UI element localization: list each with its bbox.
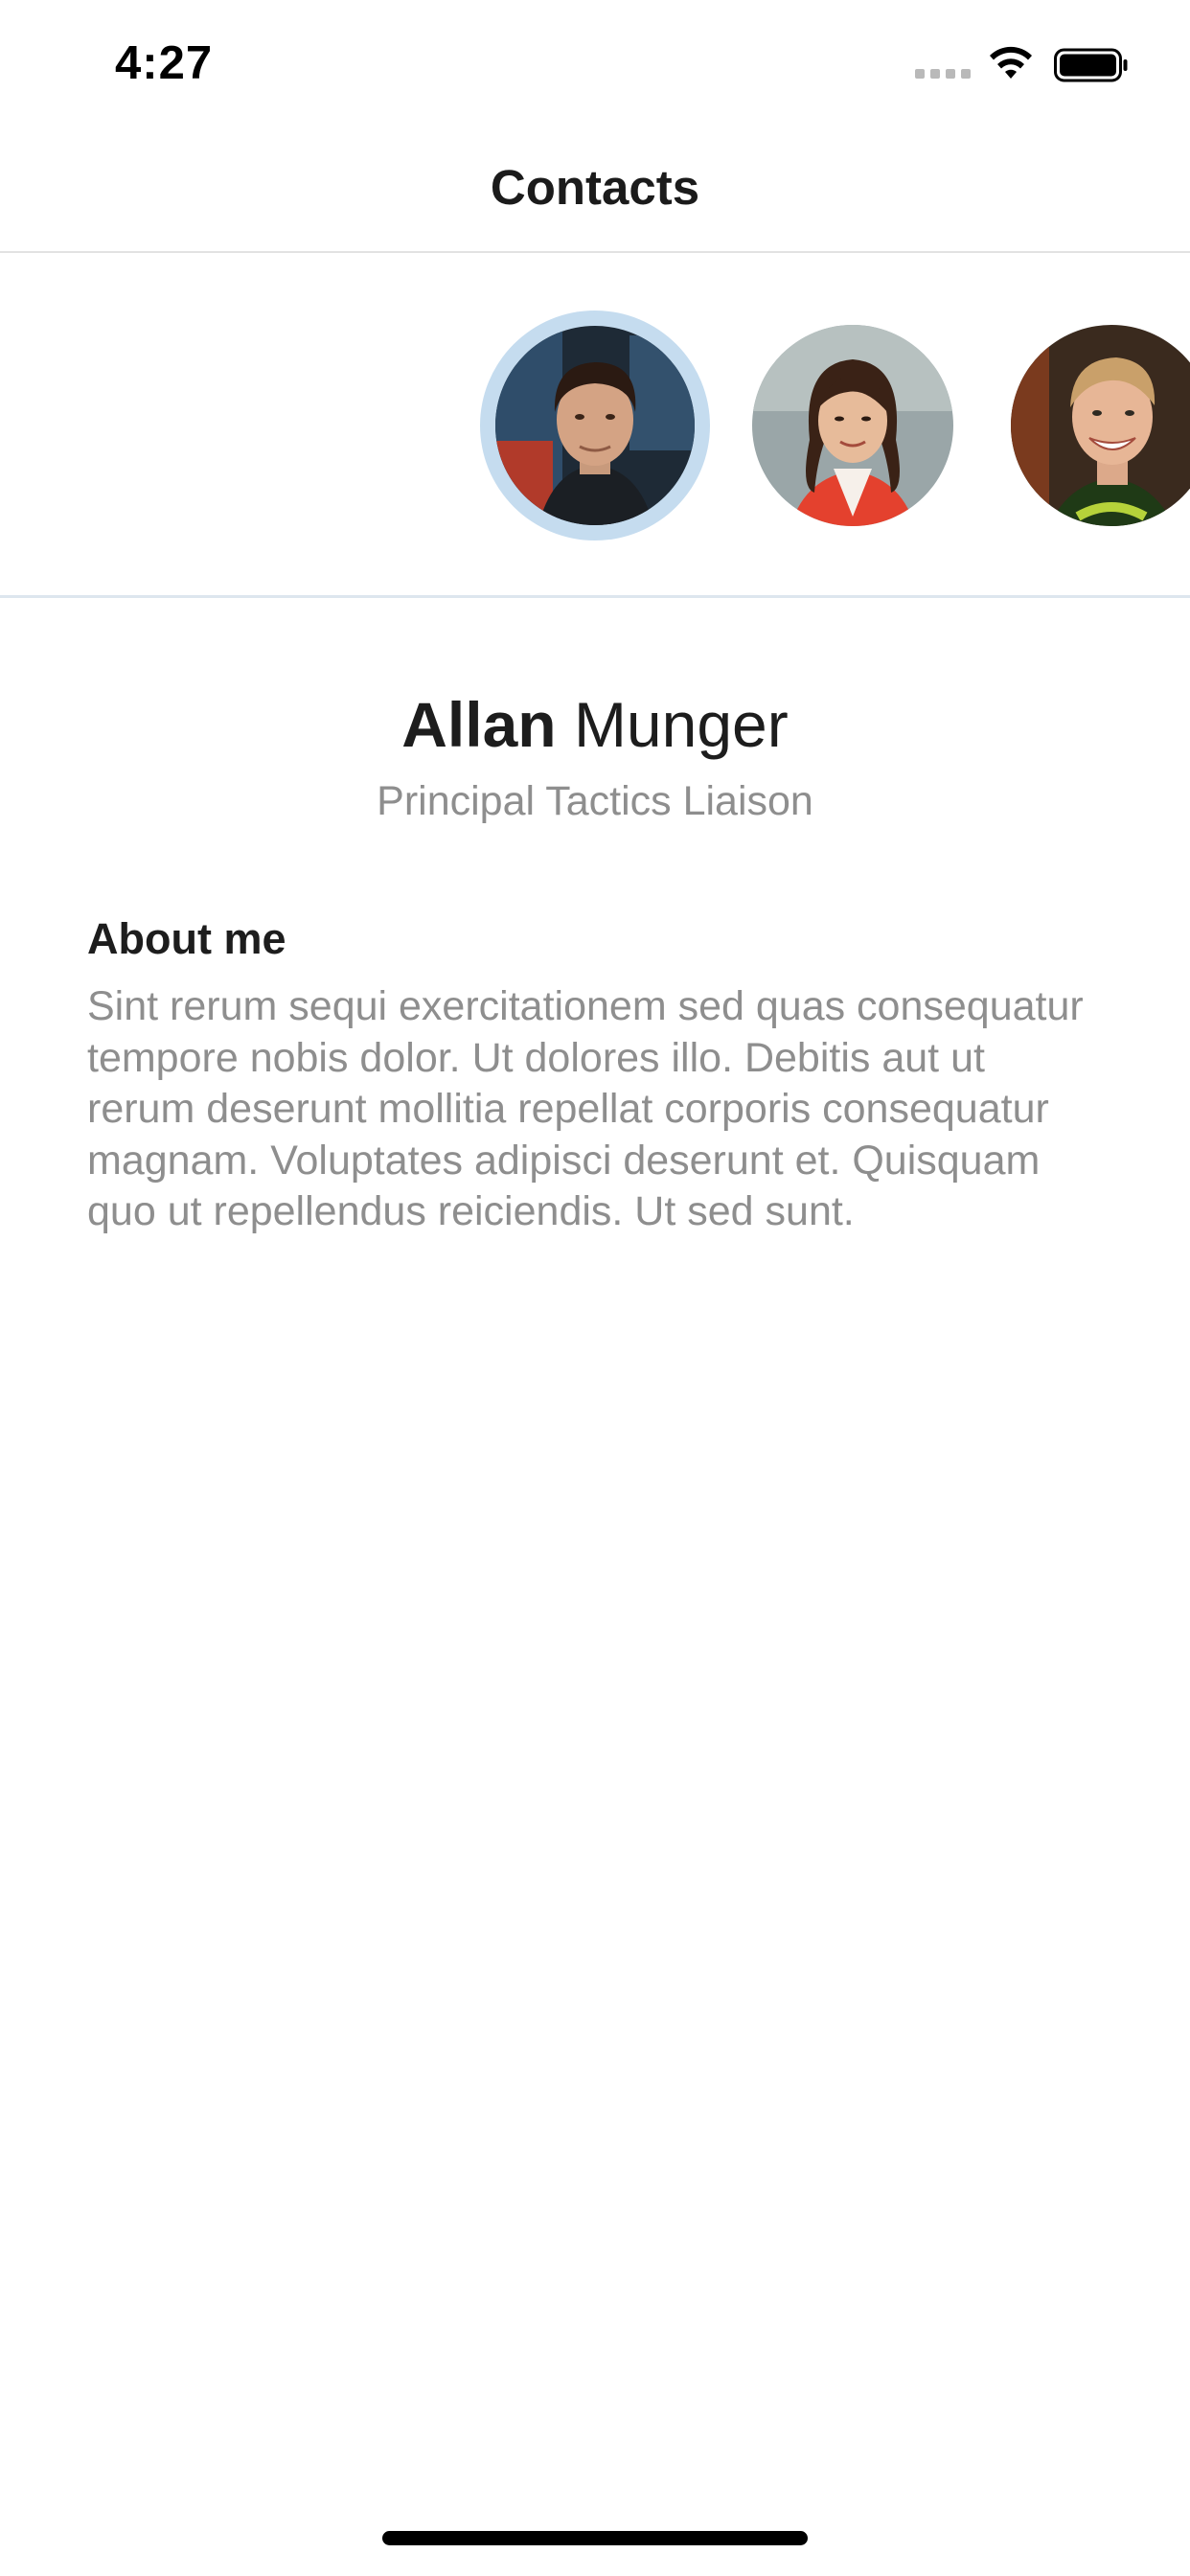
home-indicator[interactable] [382,2531,808,2545]
about-heading: About me [87,914,286,963]
cellular-signal-icon [915,67,971,79]
contact-job-title: Principal Tactics Liaison [377,778,813,824]
avatar-allan-munger[interactable] [495,326,695,525]
avatar-contact-2[interactable] [752,325,953,526]
navigation-bar: Contacts [0,126,1190,253]
battery-icon [1054,48,1128,82]
contact-avatar-carousel[interactable] [0,253,1190,598]
contact-name: Allan Munger [0,688,1190,761]
status-bar: 4:27 [0,0,1190,126]
about-body: Sint rerum sequi exercitationem sed quas… [87,983,1084,1234]
page-title: Contacts [490,160,700,215]
wifi-icon [990,46,1032,79]
contact-first-name: Allan [401,689,557,760]
contact-last-name: Munger [573,689,789,760]
status-time: 4:27 [115,37,214,89]
avatar-contact-3[interactable] [1011,325,1190,526]
